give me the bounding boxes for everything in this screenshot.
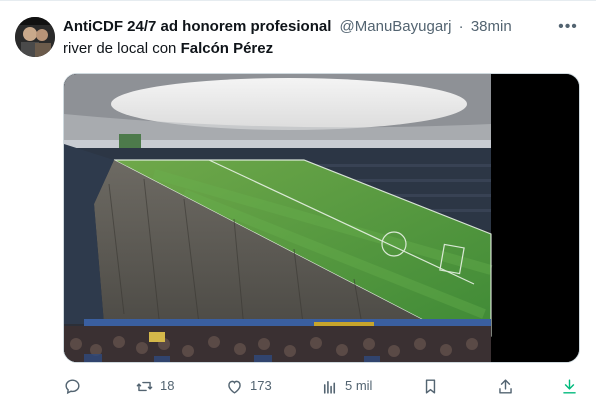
download-icon (563, 378, 576, 394)
avatar-image (15, 17, 55, 57)
tweet-actions: 18 173 5 mil (63, 375, 583, 399)
like-count: 173 (250, 378, 272, 393)
share-icon (499, 378, 512, 394)
retweet-icon (136, 381, 153, 391)
download-button[interactable] (560, 375, 579, 397)
tweet-text-bold: Falcón Pérez (180, 40, 274, 57)
retweet-button[interactable]: 18 (135, 375, 174, 397)
avatar[interactable] (15, 17, 55, 57)
more-dots-icon[interactable]: ••• (558, 17, 578, 37)
separator-dot: · (458, 18, 464, 35)
share-button[interactable] (496, 375, 515, 397)
tweet-card[interactable]: AntiCDF 24/7 ad honorem profesional @Man… (0, 0, 596, 402)
author-handle[interactable]: @ManuBayugarj (340, 18, 452, 35)
views-button[interactable]: 5 mil (320, 375, 372, 397)
retweet-count: 18 (160, 378, 175, 393)
author-name[interactable]: AntiCDF 24/7 ad honorem profesional (63, 18, 331, 35)
reply-button[interactable] (63, 375, 88, 397)
bookmark-button[interactable] (421, 375, 440, 397)
heart-icon (228, 380, 241, 394)
reply-icon (65, 378, 80, 394)
tweet-text-prefix: river de local con (63, 40, 181, 57)
tweet-timestamp[interactable]: 38min (471, 18, 512, 35)
views-count: 5 mil (345, 378, 373, 393)
views-bars-icon (323, 380, 336, 394)
tweet-text: river de local con Falcón Pérez (63, 39, 273, 59)
stadium-photo (64, 74, 579, 362)
tweet-image[interactable] (63, 73, 580, 363)
tweet-header: AntiCDF 24/7 ad honorem profesional @Man… (63, 17, 556, 37)
bookmark-icon (425, 378, 436, 394)
like-button[interactable]: 173 (225, 375, 272, 397)
